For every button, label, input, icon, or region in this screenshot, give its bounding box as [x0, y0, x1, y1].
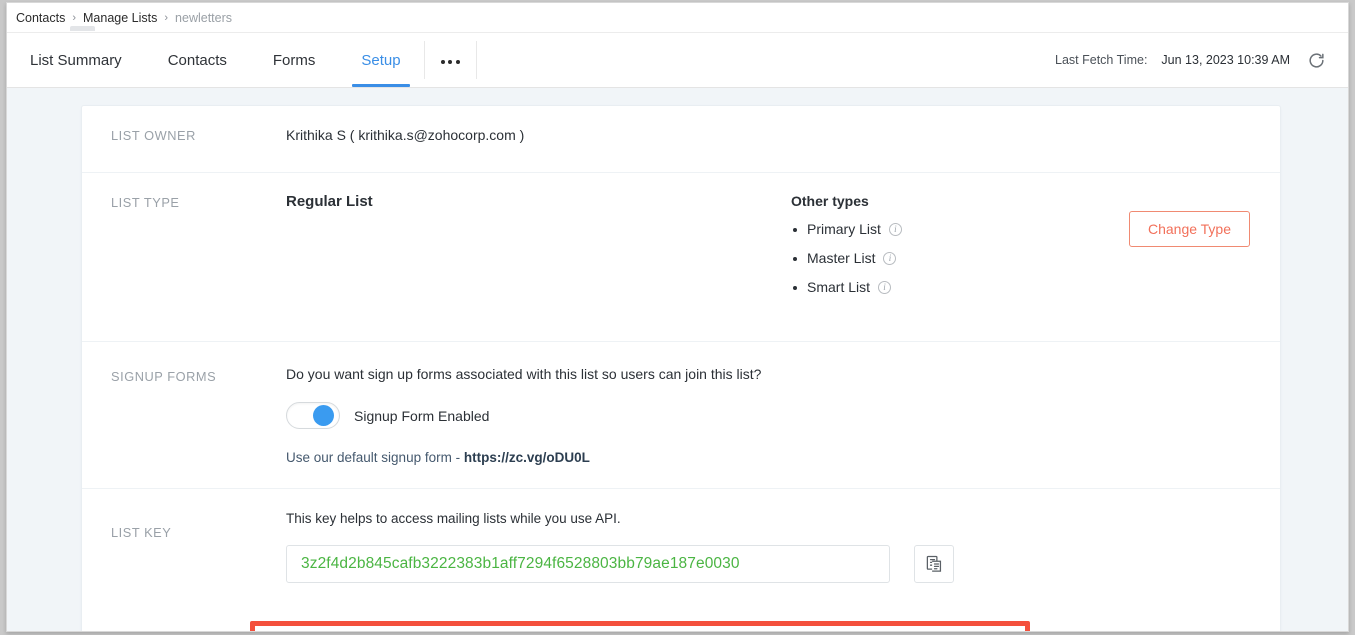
refresh-icon[interactable] — [1304, 48, 1328, 72]
tab-label: List Summary — [30, 52, 122, 69]
section-list-type: LIST TYPE Regular List Other types Prima… — [82, 173, 1280, 342]
section-list-key: LIST KEY This key helps to access mailin… — [82, 489, 1280, 599]
other-type-smart-list[interactable]: Smart List i — [791, 279, 902, 295]
breadcrumb-separator: › — [164, 12, 168, 24]
other-type-label: Primary List — [807, 221, 881, 237]
info-icon[interactable]: i — [889, 223, 902, 236]
last-fetch-time: Jun 13, 2023 10:39 AM — [1161, 53, 1290, 67]
list-type-body: Regular List Other types Primary List i … — [286, 173, 1280, 341]
tab-label: Contacts — [168, 52, 227, 69]
tab-group: List Summary Contacts Forms Setup — [7, 33, 477, 87]
signup-forms-body: Do you want sign up forms associated wit… — [286, 342, 1280, 488]
tab-list-summary[interactable]: List Summary — [7, 33, 145, 87]
other-types-block: Other types Primary List i Master List i — [791, 193, 902, 308]
signup-question: Do you want sign up forms associated wit… — [286, 366, 1280, 382]
default-signup-form-url: https://zc.vg/oDU0L — [464, 450, 590, 465]
breadcrumb-item-contacts[interactable]: Contacts — [16, 11, 65, 25]
change-type-wrap: Change Type — [1129, 193, 1280, 308]
signup-toggle-label: Signup Form Enabled — [354, 408, 489, 424]
tab-setup[interactable]: Setup — [338, 33, 423, 87]
list-key-label: LIST KEY — [111, 489, 286, 599]
list-owner-label: LIST OWNER — [111, 106, 286, 172]
breadcrumb: Contacts › Manage Lists › newletters — [7, 3, 1348, 32]
copy-icon[interactable] — [914, 545, 954, 583]
list-key-body: This key helps to access mailing lists w… — [286, 489, 1280, 599]
breadcrumb-item-manage-lists[interactable]: Manage Lists — [83, 11, 157, 25]
signup-toggle-row: Signup Form Enabled — [286, 402, 1280, 429]
breadcrumb-item-newletters: newletters — [175, 11, 232, 25]
page-body: LIST OWNER Krithika S ( krithika.s@zohoc… — [7, 88, 1348, 631]
tab-divider — [476, 41, 477, 79]
other-type-label: Master List — [807, 250, 875, 266]
list-key-description: This key helps to access mailing lists w… — [286, 511, 1280, 526]
app-window: Contacts › Manage Lists › newletters Lis… — [6, 2, 1349, 632]
tab-label: Forms — [273, 52, 316, 69]
default-signup-form-link[interactable]: Use our default signup form - https://zc… — [286, 450, 1280, 465]
tab-bar: List Summary Contacts Forms Setup Last F… — [7, 32, 1348, 88]
list-key-input[interactable] — [286, 545, 890, 583]
other-type-primary-list[interactable]: Primary List i — [791, 221, 902, 237]
list-type-value: Regular List — [286, 193, 791, 308]
last-fetch-label: Last Fetch Time: — [1055, 53, 1147, 67]
ellipsis-icon — [441, 60, 460, 64]
tab-label: Setup — [361, 52, 400, 69]
signup-forms-label: SIGNUP FORMS — [111, 342, 286, 488]
other-types-list: Primary List i Master List i Smart List … — [791, 221, 902, 295]
setup-card: LIST OWNER Krithika S ( krithika.s@zohoc… — [81, 105, 1281, 632]
section-list-owner: LIST OWNER Krithika S ( krithika.s@zohoc… — [82, 106, 1280, 173]
list-type-label: LIST TYPE — [111, 173, 286, 341]
toggle-knob — [313, 405, 334, 426]
info-icon[interactable]: i — [878, 281, 891, 294]
other-types-title: Other types — [791, 193, 902, 209]
list-key-controls — [286, 545, 1280, 583]
info-icon[interactable]: i — [883, 252, 896, 265]
section-signup-forms: SIGNUP FORMS Do you want sign up forms a… — [82, 342, 1280, 489]
signup-form-toggle[interactable] — [286, 402, 340, 429]
more-options-button[interactable] — [425, 33, 476, 87]
breadcrumb-separator: › — [72, 12, 76, 24]
default-signup-form-text: Use our default signup form - — [286, 450, 464, 465]
list-owner-value: Krithika S ( krithika.s@zohocorp.com ) — [286, 106, 1280, 143]
other-type-master-list[interactable]: Master List i — [791, 250, 902, 266]
list-owner-body: Krithika S ( krithika.s@zohocorp.com ) — [286, 106, 1280, 172]
last-fetch-area: Last Fetch Time: Jun 13, 2023 10:39 AM — [1055, 33, 1348, 87]
other-type-label: Smart List — [807, 279, 870, 295]
browser-tab-sliver — [70, 26, 95, 31]
tab-forms[interactable]: Forms — [250, 33, 339, 87]
tab-contacts[interactable]: Contacts — [145, 33, 250, 87]
change-type-button[interactable]: Change Type — [1129, 211, 1250, 247]
